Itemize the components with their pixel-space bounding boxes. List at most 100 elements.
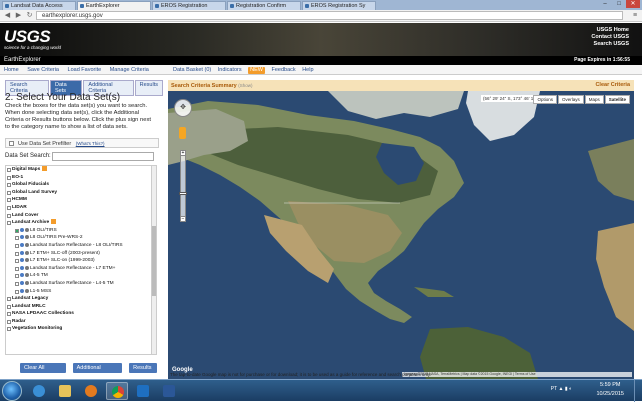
reload-icon[interactable]: ↻ [25, 11, 34, 20]
results-button[interactable]: Results » [129, 363, 157, 381]
map-view[interactable]: (56° 29' 24" S, 173° 46' 15" E) Options … [168, 91, 634, 379]
show-desktop-button[interactable] [634, 380, 642, 402]
expand-icon[interactable] [7, 183, 11, 188]
word-icon[interactable] [158, 382, 180, 400]
feedback-link[interactable]: Feedback [272, 67, 296, 73]
expand-icon[interactable] [7, 319, 11, 324]
dataset-category[interactable]: Land Cover [6, 212, 153, 220]
chrome-icon[interactable] [106, 382, 128, 400]
dataset-search-input[interactable] [52, 152, 154, 161]
dataset-category[interactable]: HCMM [6, 196, 153, 204]
summary-show-link[interactable]: (Show) [238, 83, 252, 88]
dataset-checkbox[interactable] [15, 274, 19, 279]
dataset-category[interactable]: Landsat Archive [6, 219, 153, 227]
clock[interactable]: 5:59 PM 10/25/2015 [596, 381, 624, 399]
pan-control-icon[interactable]: ✥ [174, 99, 192, 117]
dataset-checkbox[interactable] [15, 259, 19, 264]
footprint-icon[interactable] [25, 250, 29, 255]
outlook-icon[interactable] [132, 382, 154, 400]
dataset-item[interactable]: L7 ETM+ SLC-on (1999-2003) [6, 257, 153, 265]
expand-icon[interactable] [7, 221, 11, 226]
internet-explorer-icon[interactable] [28, 382, 50, 400]
footprint-icon[interactable] [25, 235, 29, 240]
expand-icon[interactable] [7, 190, 11, 195]
map-maps-button[interactable]: Maps [584, 95, 604, 104]
zoom-in-icon[interactable]: + [180, 150, 186, 156]
map-satellite-button[interactable]: Satellite [604, 95, 630, 104]
footprint-icon[interactable] [25, 227, 29, 232]
dataset-category[interactable]: Landsat MRLC [6, 303, 153, 311]
data-basket-link[interactable]: Data Basket (0) [173, 67, 211, 73]
info-icon[interactable] [20, 258, 24, 263]
dataset-checkbox[interactable] [15, 236, 19, 241]
dataset-item[interactable]: L4-5 TM [6, 272, 153, 280]
zoom-out-icon[interactable]: − [180, 216, 186, 222]
dataset-item[interactable]: Landsat Surface Reflectance - L7 ETM+ [6, 265, 153, 273]
close-icon[interactable]: ✕ [626, 0, 640, 8]
expand-icon[interactable] [7, 168, 11, 172]
dataset-item[interactable]: Landsat Surface Reflectance - L4-5 TM [6, 280, 153, 288]
footprint-icon[interactable] [25, 242, 29, 247]
clear-all-selected-button[interactable]: Clear All Selected [20, 363, 66, 381]
tab-results[interactable]: Results [134, 80, 163, 96]
browser-tab[interactable]: EROS Registration Sy [302, 1, 376, 10]
help-link[interactable]: Help [302, 67, 313, 73]
dataset-category[interactable]: NASA LPDAAC Collections [6, 310, 153, 318]
expand-icon[interactable] [7, 198, 11, 203]
dataset-category[interactable]: Digital Maps [6, 166, 153, 174]
forward-icon[interactable]: ▶ [14, 11, 23, 20]
additional-criteria-button[interactable]: Additional Criteria » [72, 363, 123, 381]
dataset-item[interactable]: L8 OLI/TIRS Pre-WRS-2 [6, 234, 153, 242]
dataset-checkbox[interactable] [15, 228, 19, 233]
dataset-item[interactable]: L8 OLI/TIRS [6, 227, 153, 235]
info-icon[interactable] [20, 288, 24, 293]
map-overlays-button[interactable]: Overlays [557, 95, 584, 104]
usgs-logo[interactable]: USGS science for a changing world [4, 27, 61, 50]
file-explorer-icon[interactable] [54, 382, 76, 400]
dataset-category[interactable]: Global Land Survey [6, 189, 153, 197]
dataset-category[interactable]: Landsat Legacy [6, 295, 153, 303]
dataset-checkbox[interactable] [15, 289, 19, 294]
minimize-icon[interactable]: – [598, 0, 612, 8]
info-icon[interactable] [20, 280, 24, 285]
dataset-checkbox[interactable] [15, 251, 19, 256]
language-indicator[interactable]: PT [551, 386, 557, 392]
expand-icon[interactable] [7, 327, 11, 332]
info-icon[interactable] [20, 227, 24, 232]
media-player-icon[interactable] [80, 382, 102, 400]
dataset-item[interactable]: L1-5 MSS [6, 288, 153, 296]
prefilter-checkbox[interactable] [9, 141, 14, 146]
expand-icon[interactable] [7, 205, 11, 210]
dataset-category[interactable]: LIDAR [6, 204, 153, 212]
tree-scrollbar[interactable] [151, 165, 157, 355]
expand-icon[interactable] [7, 297, 11, 302]
search-usgs-link[interactable]: Search USGS [591, 41, 629, 48]
expand-icon[interactable] [7, 304, 11, 309]
zoom-knob[interactable] [179, 192, 187, 195]
menu-save-criteria[interactable]: Save Criteria [27, 67, 59, 73]
dataset-checkbox[interactable] [15, 266, 19, 271]
expand-icon[interactable] [7, 312, 11, 317]
back-icon[interactable]: ◀ [3, 11, 12, 20]
expand-icon[interactable] [7, 175, 11, 180]
start-button-icon[interactable] [2, 381, 22, 401]
url-input[interactable]: earthexplorer.usgs.gov [36, 11, 623, 20]
whats-this-link[interactable]: (What's This?) [76, 141, 105, 146]
browser-tab-active[interactable]: EarthExplorer [77, 1, 151, 10]
zoom-slider[interactable]: + − [179, 150, 187, 222]
map-options-button[interactable]: Options [533, 95, 557, 104]
browser-tab[interactable]: Registration Confirm [227, 1, 301, 10]
scrollbar-thumb[interactable] [152, 226, 156, 296]
indicators-link[interactable]: Indicators [218, 67, 242, 73]
pegman-icon[interactable] [179, 127, 186, 139]
browser-tab[interactable]: Landsat Data Access [2, 1, 76, 10]
expand-icon[interactable] [7, 213, 11, 218]
footprint-icon[interactable] [25, 288, 29, 293]
contact-usgs-link[interactable]: Contact USGS [591, 34, 629, 41]
menu-home[interactable]: Home [4, 67, 19, 73]
info-icon[interactable] [20, 273, 24, 278]
dataset-item[interactable]: Landsat Surface Reflectance - L8 OLI/TIR… [6, 242, 153, 250]
footprint-icon[interactable] [25, 265, 29, 270]
settings-icon[interactable]: ≡ [633, 12, 642, 19]
info-icon[interactable] [20, 250, 24, 255]
